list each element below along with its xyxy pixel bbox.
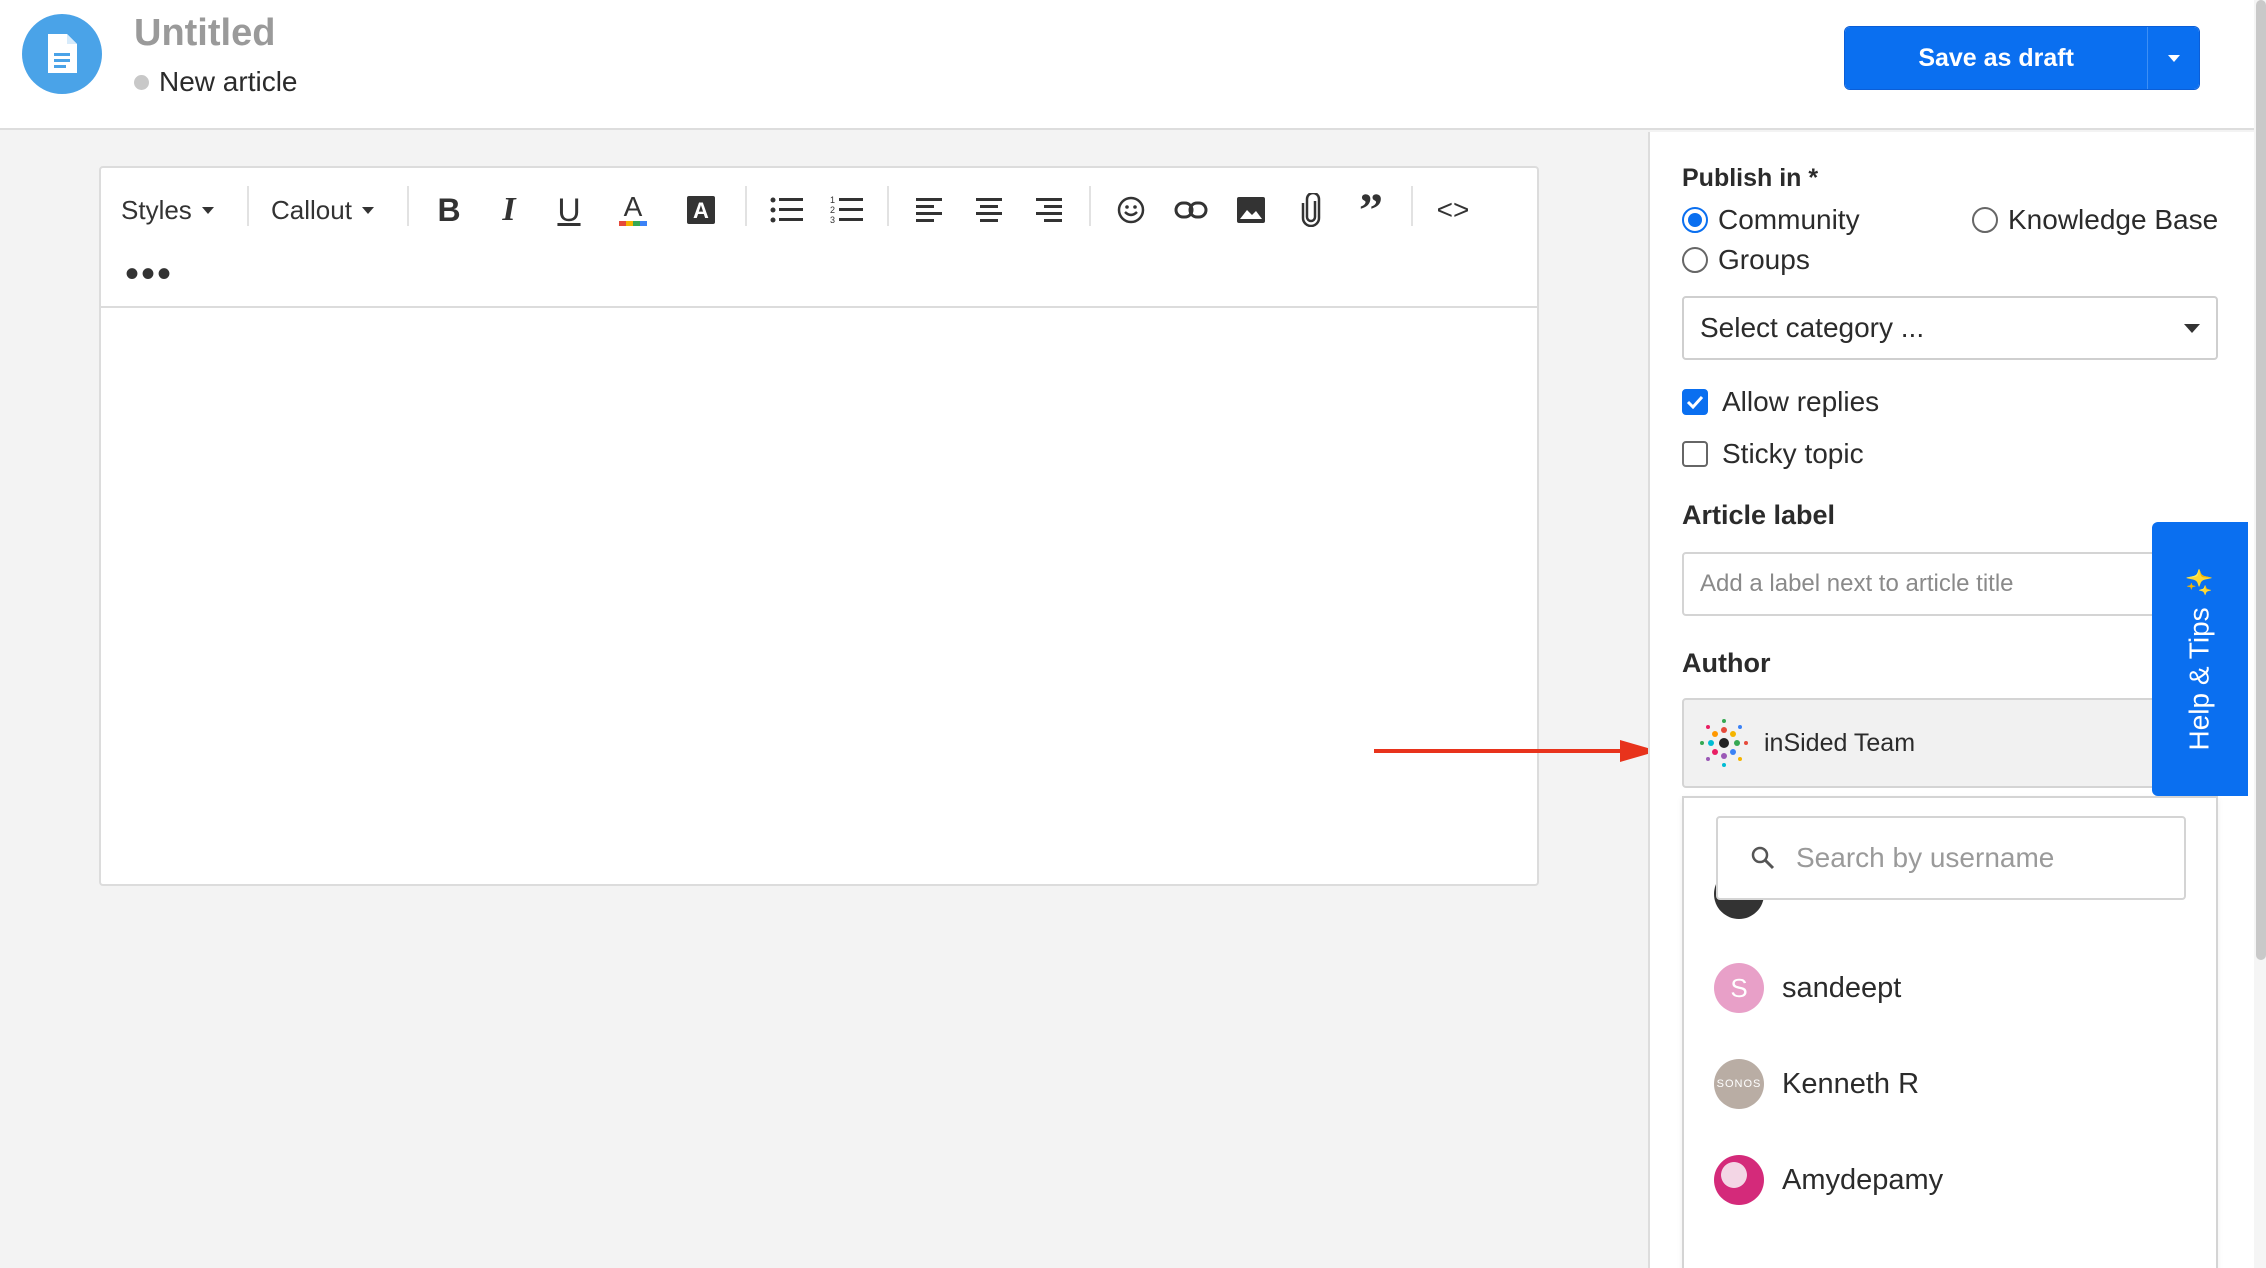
editor-content-area[interactable] bbox=[101, 310, 1537, 886]
save-button-group: Save as draft bbox=[1844, 26, 2200, 90]
author-selected-name: inSided Team bbox=[1764, 728, 1916, 757]
chevron-down-icon bbox=[361, 206, 374, 214]
checkbox-unchecked-icon bbox=[1682, 441, 1708, 467]
user-list-item[interactable]: S sandeept bbox=[1714, 958, 1901, 1018]
emoji-icon[interactable] bbox=[1109, 188, 1153, 232]
chevron-down-icon bbox=[2184, 323, 2200, 333]
italic-icon[interactable]: I bbox=[487, 188, 531, 232]
image-icon[interactable] bbox=[1229, 188, 1273, 232]
svg-text:1: 1 bbox=[830, 195, 835, 205]
article-editor: Styles Callout B I U A A 1 2 3 ” <> ••• bbox=[99, 166, 1539, 886]
align-left-icon[interactable] bbox=[907, 188, 951, 232]
styles-label: Styles bbox=[121, 194, 192, 225]
toolbar-divider bbox=[887, 186, 889, 226]
search-icon bbox=[1751, 846, 1775, 870]
svg-text:A: A bbox=[693, 198, 709, 223]
radio-groups[interactable]: Groups bbox=[1682, 244, 1810, 276]
toolbar-divider bbox=[1089, 186, 1091, 226]
category-select-value: Select category ... bbox=[1700, 312, 1925, 343]
numbered-list-icon[interactable]: 1 2 3 bbox=[825, 188, 869, 232]
toolbar-divider bbox=[745, 186, 747, 226]
help-tips-label: Help & Tips bbox=[2184, 607, 2215, 751]
page-title[interactable]: Untitled bbox=[134, 12, 275, 55]
username-search-input[interactable] bbox=[1796, 842, 2176, 874]
article-label-input[interactable] bbox=[1682, 552, 2218, 616]
radio-selected-icon bbox=[1682, 207, 1708, 233]
sparkle-icon: ✨ bbox=[2186, 567, 2214, 598]
allow-replies-checkbox[interactable]: Allow replies bbox=[1682, 386, 1879, 418]
align-right-icon[interactable] bbox=[1027, 188, 1071, 232]
checkbox-label: Allow replies bbox=[1722, 386, 1880, 417]
avatar: SONOS bbox=[1714, 1059, 1764, 1109]
status-text: New article bbox=[159, 66, 298, 97]
help-tips-tab[interactable]: Help & Tips ✨ bbox=[2152, 522, 2248, 796]
toolbar-divider bbox=[247, 186, 249, 226]
chevron-down-icon bbox=[201, 206, 214, 214]
radio-label: Community bbox=[1718, 204, 1860, 235]
author-dropdown: S sandeept SONOS Kenneth R Amydepamy bbox=[1682, 796, 2218, 1268]
save-options-dropdown-button[interactable] bbox=[2147, 27, 2199, 89]
username-search bbox=[1716, 816, 2186, 900]
page-scrollbar-thumb[interactable] bbox=[2256, 0, 2266, 960]
highlight-icon[interactable]: A bbox=[679, 188, 723, 232]
radio-label: Knowledge Base bbox=[2008, 204, 2219, 235]
user-name: Kenneth R bbox=[1782, 1067, 1920, 1100]
bullet-list-icon[interactable] bbox=[765, 188, 809, 232]
user-list-item[interactable]: Amydepamy bbox=[1714, 1150, 1943, 1210]
callout-label: Callout bbox=[271, 194, 352, 225]
annotation-arrow-icon bbox=[1374, 740, 1658, 762]
article-status: New article bbox=[134, 66, 297, 98]
help-tips-label-wrap: Help & Tips ✨ bbox=[2184, 567, 2216, 750]
category-select[interactable]: Select category ... bbox=[1682, 296, 2218, 360]
insided-logo-icon bbox=[1700, 719, 1748, 767]
user-name: sandeept bbox=[1782, 971, 1902, 1004]
radio-knowledge-base[interactable]: Knowledge Base bbox=[1972, 204, 2218, 236]
document-icon bbox=[22, 14, 102, 94]
avatar bbox=[1714, 1155, 1764, 1205]
more-options-button[interactable]: ••• bbox=[125, 254, 173, 294]
toolbar-divider bbox=[407, 186, 409, 226]
radio-label: Groups bbox=[1718, 244, 1810, 275]
radio-unselected-icon bbox=[1972, 207, 1998, 233]
editor-toolbar: Styles Callout B I U A A 1 2 3 ” <> ••• bbox=[101, 168, 1537, 308]
article-label-heading: Article label bbox=[1682, 500, 1836, 530]
code-view-icon[interactable]: <> bbox=[1431, 188, 1475, 232]
text-color-icon[interactable]: A bbox=[611, 188, 655, 232]
styles-dropdown[interactable]: Styles bbox=[121, 190, 214, 230]
radio-unselected-icon bbox=[1682, 247, 1708, 273]
user-name: Amydepamy bbox=[1782, 1163, 1944, 1196]
checkbox-checked-icon bbox=[1682, 389, 1708, 415]
quote-icon[interactable]: ” bbox=[1349, 184, 1393, 237]
author-heading: Author bbox=[1682, 648, 1771, 678]
callout-dropdown[interactable]: Callout bbox=[271, 190, 374, 230]
svg-text:3: 3 bbox=[830, 215, 835, 225]
svg-text:2: 2 bbox=[830, 205, 835, 215]
author-select[interactable]: inSided Team bbox=[1682, 698, 2218, 788]
checkbox-label: Sticky topic bbox=[1722, 438, 1864, 469]
svg-text:A: A bbox=[624, 192, 643, 222]
toolbar-divider bbox=[1411, 186, 1413, 226]
align-center-icon[interactable] bbox=[967, 188, 1011, 232]
sticky-topic-checkbox[interactable]: Sticky topic bbox=[1682, 438, 1864, 470]
user-list-item[interactable]: SONOS Kenneth R bbox=[1714, 1054, 1919, 1114]
link-icon[interactable] bbox=[1169, 188, 1213, 232]
header: Untitled New article Save as draft bbox=[0, 0, 2266, 130]
bold-icon[interactable]: B bbox=[427, 188, 471, 232]
publish-in-label: Publish in * bbox=[1682, 164, 1819, 192]
avatar: S bbox=[1714, 963, 1764, 1013]
status-dot-icon bbox=[134, 74, 149, 90]
underline-icon[interactable]: U bbox=[547, 188, 591, 232]
chevron-down-icon bbox=[2167, 54, 2180, 62]
radio-community[interactable]: Community bbox=[1682, 204, 1860, 236]
attachment-icon[interactable] bbox=[1289, 188, 1333, 232]
save-as-draft-button[interactable]: Save as draft bbox=[1845, 27, 2148, 89]
